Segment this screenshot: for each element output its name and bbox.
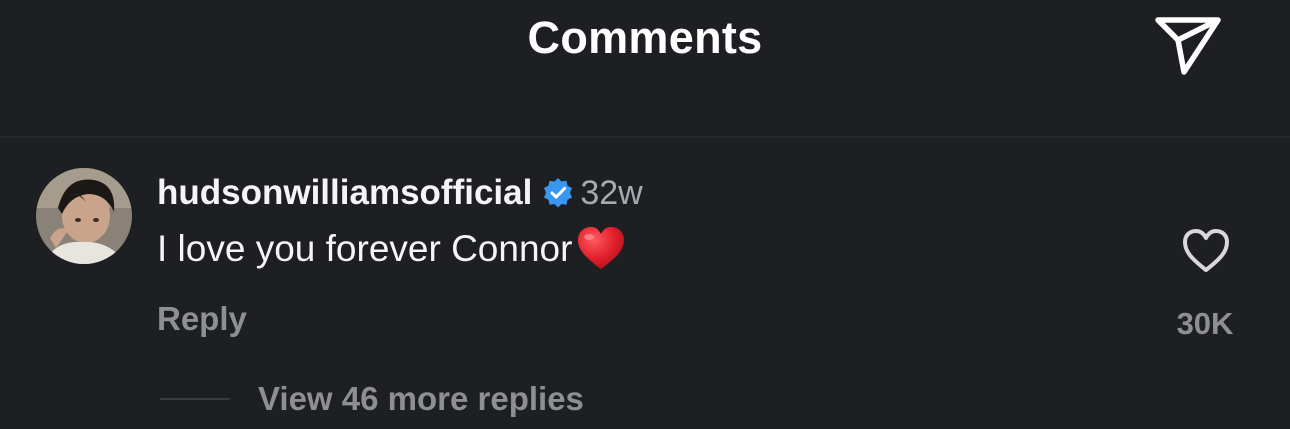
heart-outline-icon	[1183, 229, 1229, 272]
like-button[interactable]	[1180, 226, 1232, 276]
comment-timestamp: 32w	[580, 173, 643, 212]
view-more-replies-button[interactable]: View 46 more replies	[160, 380, 584, 418]
paper-plane-icon	[1155, 17, 1221, 75]
username[interactable]: hudsonwilliamsofficial	[157, 173, 532, 213]
replies-divider-line	[160, 398, 230, 400]
comment-header: hudsonwilliamsofficial 32w	[157, 170, 643, 216]
comment-body: I love you forever Connor	[157, 228, 573, 269]
verified-badge-icon	[542, 177, 574, 209]
comments-screen: Comments hudsonwilliamsofficial 32w I lo…	[0, 0, 1290, 429]
like-count: 30K	[1176, 306, 1234, 341]
comments-header: Comments	[0, 0, 1290, 136]
profile-photo	[36, 168, 132, 264]
header-divider	[0, 136, 1290, 138]
page-title: Comments	[527, 12, 763, 63]
reply-button[interactable]: Reply	[157, 300, 247, 338]
comment-text: I love you forever Connor	[157, 226, 626, 272]
avatar[interactable]	[36, 168, 132, 264]
view-replies-label: View 46 more replies	[258, 380, 584, 417]
red-heart-emoji-icon	[576, 226, 626, 272]
share-button[interactable]	[1148, 8, 1228, 80]
